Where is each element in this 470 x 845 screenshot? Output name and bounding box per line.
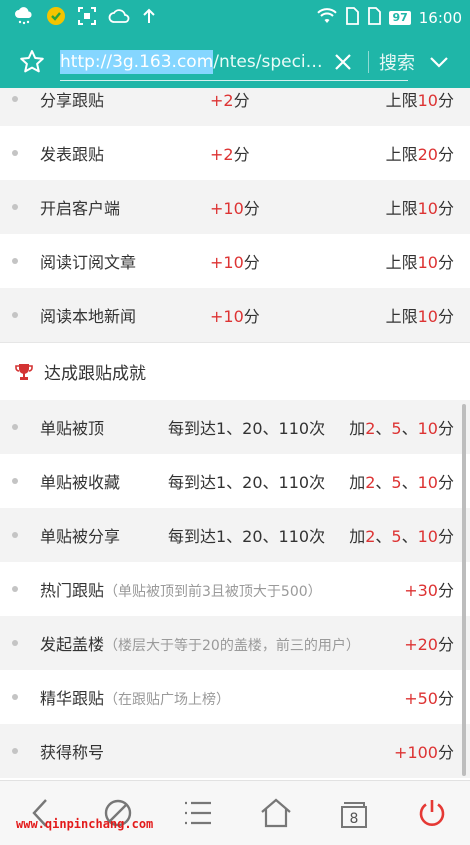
cloud-rain-icon — [14, 7, 34, 29]
url-underline — [60, 80, 408, 81]
tabs-icon[interactable]: 8 — [336, 795, 372, 831]
list-item: 阅读本地新闻 +10分 上限10分 — [0, 288, 470, 342]
task-label: 分享跟贴 — [40, 91, 105, 110]
special-points: +30分 — [404, 581, 454, 600]
watermark-text: www.qinpinchang.com — [16, 817, 154, 831]
bullet-dot — [12, 150, 18, 156]
special-label: 热门跟贴（单贴被顶到前3且被顶大于500） — [40, 581, 322, 600]
menu-icon[interactable] — [180, 795, 216, 831]
list-item: 热门跟贴（单贴被顶到前3且被顶大于500） +30分 — [0, 562, 470, 616]
task-label: 开启客户端 — [40, 199, 121, 218]
special-points: +20分 — [404, 635, 454, 654]
wifi-icon — [317, 8, 338, 28]
tabs-count: 8 — [350, 811, 359, 827]
status-right-icons: 97 16:00 — [317, 7, 462, 29]
trophy-icon — [14, 362, 34, 382]
bullet-dot — [12, 258, 18, 264]
bullet-dot — [12, 532, 18, 538]
bullet-dot — [12, 748, 18, 754]
list-item: 开启客户端 +10分 上限10分 — [0, 180, 470, 234]
achievement-label: 单贴被收藏 — [40, 473, 121, 492]
url-rest-text: /ntes/speci… — [213, 52, 322, 72]
achievement-condition: 每到达1、20、110次 — [168, 419, 326, 438]
page-content[interactable]: 分享跟贴 +2分 上限10分 发表跟贴 +2分 上限20分 开启客户端 +10分… — [0, 88, 470, 780]
list-item: 获得称号 +100分 — [0, 724, 470, 778]
weather-cloud-icon — [108, 8, 130, 28]
list-item: 单贴被顶 每到达1、20、110次 加2、5、10分 — [0, 400, 470, 454]
status-time: 16:00 — [418, 9, 462, 27]
special-label: 发起盖楼（楼层大于等于20的盖楼，前三的用户） — [40, 635, 360, 654]
app-badge-icon — [46, 6, 66, 30]
achievement-label: 单贴被顶 — [40, 419, 105, 438]
scrollbar[interactable] — [462, 404, 466, 776]
bullet-dot — [12, 312, 18, 318]
achievement-condition: 每到达1、20、110次 — [168, 473, 326, 492]
section-title-text: 达成跟贴成就 — [44, 364, 146, 384]
achievement-condition: 每到达1、20、110次 — [168, 527, 326, 546]
special-note: （单贴被顶到前3且被顶大于500） — [104, 584, 322, 600]
bullet-dot — [12, 586, 18, 592]
search-button[interactable]: 搜索 — [379, 49, 415, 75]
list-item: 阅读订阅文章 +10分 上限10分 — [0, 234, 470, 288]
upload-arrow-icon — [142, 8, 156, 28]
achievement-reward: 加2、5、10分 — [349, 527, 454, 546]
clear-url-button[interactable] — [328, 44, 358, 80]
task-points: +10分 — [210, 307, 260, 326]
chevron-down-icon[interactable] — [425, 56, 453, 68]
bullet-dot — [12, 204, 18, 210]
screenshot-icon — [78, 7, 96, 29]
special-label: 获得称号 — [40, 743, 105, 762]
bullet-dot — [12, 694, 18, 700]
list-item: 单贴被收藏 每到达1、20、110次 加2、5、10分 — [0, 454, 470, 508]
task-limit: 上限20分 — [385, 145, 454, 164]
sim2-icon — [367, 7, 382, 29]
special-note: （楼层大于等于20的盖楼，前三的用户） — [104, 638, 360, 654]
sim1-icon — [345, 7, 360, 29]
special-note: （在跟贴广场上榜） — [104, 692, 231, 708]
bottom-toolbar: 8 www.qinpinchang.com — [0, 780, 470, 845]
task-points: +10分 — [210, 199, 260, 218]
list-item: 发起盖楼（楼层大于等于20的盖楼，前三的用户） +20分 — [0, 616, 470, 670]
task-label: 阅读订阅文章 — [40, 253, 137, 272]
task-points: +2分 — [210, 145, 250, 164]
task-label: 发表跟贴 — [40, 145, 105, 164]
bookmark-star-icon[interactable] — [12, 49, 52, 75]
achievement-reward: 加2、5、10分 — [349, 419, 454, 438]
list-item: 发表跟贴 +2分 上限20分 — [0, 126, 470, 180]
url-input[interactable]: http://3g.163.com/ntes/speci… — [60, 44, 322, 80]
task-limit: 上限10分 — [385, 91, 454, 110]
list-item: 分享跟贴 +2分 上限10分 — [0, 88, 470, 126]
task-points: +10分 — [210, 253, 260, 272]
achievement-label: 单贴被分享 — [40, 527, 121, 546]
section-title: 达成跟贴成就 — [0, 342, 470, 400]
list-item: 精华跟贴（在跟贴广场上榜） +50分 — [0, 670, 470, 724]
bullet-dot — [12, 478, 18, 484]
bullet-dot — [12, 640, 18, 646]
power-icon[interactable] — [414, 795, 450, 831]
bullet-dot — [12, 96, 18, 102]
task-label: 阅读本地新闻 — [40, 307, 137, 326]
special-label: 精华跟贴（在跟贴广场上榜） — [40, 689, 231, 708]
special-points: +50分 — [404, 689, 454, 708]
battery-icon: 97 — [389, 11, 411, 25]
task-limit: 上限10分 — [385, 199, 454, 218]
url-selected-text: http://3g.163.com — [60, 50, 214, 74]
task-limit: 上限10分 — [385, 307, 454, 326]
achievement-reward: 加2、5、10分 — [349, 473, 454, 492]
task-limit: 上限10分 — [385, 253, 454, 272]
status-bar: 97 16:00 — [0, 0, 470, 36]
status-left-icons — [14, 6, 156, 30]
task-points: +2分 — [210, 91, 250, 110]
bullet-dot — [12, 424, 18, 430]
list-item: 单贴被分享 每到达1、20、110次 加2、5、10分 — [0, 508, 470, 562]
url-bar-divider — [368, 51, 369, 73]
browser-header: 97 16:00 http://3g.163.com/ntes/speci… 搜… — [0, 0, 470, 88]
home-icon[interactable] — [258, 795, 294, 831]
special-points: +100分 — [394, 743, 454, 762]
